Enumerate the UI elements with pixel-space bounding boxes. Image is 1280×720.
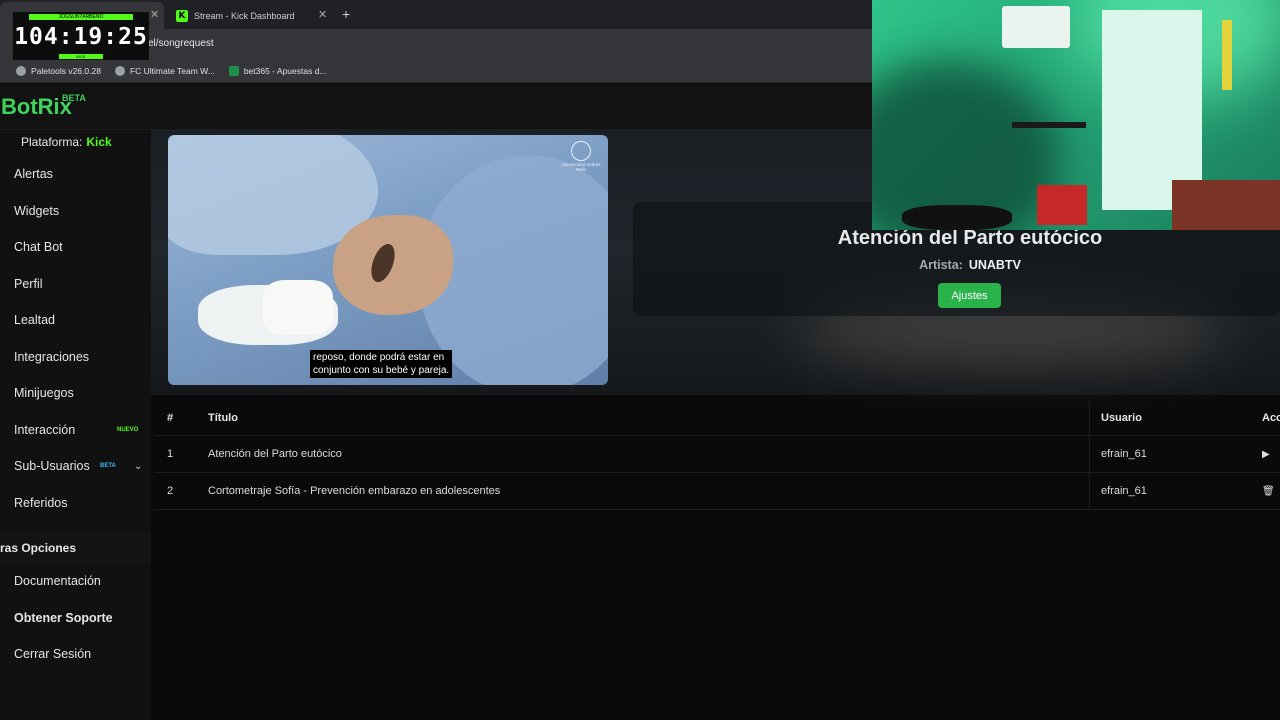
column-header-user: Usuario — [1101, 411, 1142, 424]
column-divider — [1089, 400, 1090, 435]
sidebar-item-widgets[interactable]: › Widgets — [0, 196, 151, 226]
sidebar-item-label: Widgets — [14, 204, 60, 218]
webcam-shape — [1002, 6, 1070, 48]
sidebar-item-label: Minijuegos — [14, 386, 74, 400]
sidebar-item-obtener-soporte[interactable]: › Obtener Soporte — [0, 603, 151, 633]
video-player[interactable]: Universidad Andrés Bello reposo, donde p… — [168, 135, 608, 385]
sidebar-item-label: Interacción — [14, 423, 76, 437]
timer-top-label: JOGSUN7ARBENO — [29, 14, 133, 20]
bookmark-label: bet365 - Apuestas d... — [243, 65, 327, 76]
sidebar: Plataforma:Kick › Alertas › Widgets › Ch… — [0, 130, 151, 720]
sidebar-item-chat-bot[interactable]: › Chat Bot — [0, 232, 151, 262]
platform-label: Plataforma: — [21, 135, 83, 149]
row-number: 2 — [167, 485, 174, 497]
kick-icon: K — [176, 9, 188, 22]
sidebar-item-cerrar-sesion[interactable]: › Cerrar Sesión — [0, 639, 151, 669]
sidebar-item-referidos[interactable]: › Referidos — [0, 488, 151, 518]
platform-value: Kick — [86, 135, 112, 149]
stream-timer-overlay: JOGSUN7ARBENO 104:19:25 KICK — [13, 12, 149, 60]
sidebar-item-label: Alertas — [14, 167, 53, 181]
sidebar-item-label: Referidos — [14, 496, 68, 510]
row-title: Cortometraje Sofía - Prevención embarazo… — [208, 485, 501, 497]
video-frame-shape — [333, 215, 453, 315]
new-tab-icon[interactable]: + — [342, 6, 350, 22]
close-tab-icon[interactable]: ✕ — [150, 8, 159, 21]
university-logo-icon: Universidad Andrés Bello — [561, 141, 601, 177]
column-header-title: Título — [208, 411, 238, 424]
watermark-text: Universidad Andrés Bello — [561, 162, 601, 172]
tab-title: Stream - Kick Dashboard — [194, 10, 295, 21]
webcam-shape — [1012, 122, 1086, 128]
globe-icon — [114, 65, 125, 76]
sidebar-item-perfil[interactable]: › Perfil — [0, 269, 151, 299]
video-subtitle: reposo, donde podrá estar en conjunto co… — [310, 350, 453, 378]
timer-value: 104:19:25 — [14, 24, 148, 50]
logo-seal — [571, 141, 591, 161]
sidebar-item-label: Sub-Usuarios — [14, 459, 90, 473]
now-playing-artist: Artista: UNABTV — [633, 258, 1280, 272]
video-frame-shape — [263, 280, 333, 335]
bookmark-label: Paletools v26.0.28 — [31, 65, 101, 76]
row-number: 1 — [167, 448, 174, 460]
webcam-overlay — [872, 0, 1280, 230]
app-beta-badge: BETA — [62, 93, 86, 103]
now-playing-title: Atención del Parto eutócico — [837, 227, 1103, 249]
table-row: 1 Atención del Parto eutócico efrain_61 … — [154, 436, 1280, 473]
artist-label: Artista: — [919, 258, 963, 272]
sidebar-item-integraciones[interactable]: › Integraciones — [0, 342, 151, 372]
bookmark-bet365[interactable]: bet365 - Apuestas d... — [228, 65, 327, 76]
sidebar-item-label: Perfil — [14, 277, 43, 291]
close-tab-icon[interactable]: ✕ — [318, 8, 327, 21]
beta-badge: BETA — [100, 463, 116, 469]
row-title: Atención del Parto eutócico — [208, 448, 342, 460]
table-header: # Título Usuario Acc — [154, 400, 1280, 436]
bookmark-label: FC Ultimate Team W... — [129, 65, 215, 76]
column-divider — [1089, 436, 1090, 472]
sidebar-item-sub-usuarios[interactable]: › Sub-Usuarios BETA ⌄ — [0, 451, 151, 481]
globe-icon — [16, 65, 26, 76]
sidebar-item-minijuegos[interactable]: › Minijuegos — [0, 378, 151, 408]
chevron-down-icon[interactable]: ⌄ — [134, 461, 142, 472]
sidebar-item-label: Chat Bot — [14, 240, 63, 254]
play-icon[interactable]: ▶ — [1262, 436, 1270, 472]
settings-button[interactable]: Ajustes — [938, 283, 1001, 308]
column-divider — [1089, 473, 1090, 509]
column-header-number: # — [167, 411, 174, 424]
url-text[interactable]: el/songrequest — [148, 38, 214, 49]
sidebar-item-alertas[interactable]: › Alertas — [0, 159, 151, 189]
sidebar-item-documentacion[interactable]: › Documentación — [0, 566, 151, 596]
new-badge: NUEVO — [117, 427, 139, 433]
sidebar-item-label: Integraciones — [14, 350, 90, 364]
sidebar-item-label: Lealtad — [14, 313, 56, 327]
table-row: 2 Cortometraje Sofía - Prevención embara… — [154, 473, 1280, 510]
screen: ✕ K Stream - Kick Dashboard ✕ + el/songr… — [0, 0, 1280, 720]
trash-icon[interactable]: 🗑 — [1262, 473, 1275, 509]
sidebar-section-title: ras Opciones — [0, 533, 151, 563]
artist-value: UNABTV — [968, 258, 1021, 272]
platform-indicator: Plataforma: Kick — [21, 135, 112, 149]
sidebar-item-lealtad[interactable]: › Lealtad — [0, 305, 151, 335]
row-user: efrain_61 — [1101, 448, 1147, 460]
column-header-actions: Acc — [1262, 411, 1280, 424]
row-user: efrain_61 — [1101, 485, 1147, 497]
sidebar-item-label: Cerrar Sesión — [14, 647, 92, 661]
browser-tab-kick-dashboard[interactable]: K Stream - Kick Dashboard ✕ — [168, 2, 334, 29]
sidebar-item-interaccion[interactable]: › Interacción NUEVO — [0, 415, 151, 445]
webcam-shape — [1222, 20, 1232, 90]
sidebar-item-label: Documentación — [14, 574, 101, 588]
webcam-shape — [1037, 185, 1087, 225]
webcam-shape — [902, 205, 1012, 230]
sidebar-item-label: Obtener Soporte — [14, 611, 113, 625]
webcam-shape — [1172, 180, 1280, 230]
bookmark-paletools[interactable]: Paletools v26.0.28 — [16, 65, 101, 76]
timer-bottom-label: KICK — [59, 54, 103, 59]
song-queue-table: # Título Usuario Acc 1 Atención del Part… — [154, 400, 1280, 510]
bookmark-fc-ultimate-team[interactable]: FC Ultimate Team W... — [114, 65, 215, 76]
bet365-icon — [228, 65, 239, 76]
